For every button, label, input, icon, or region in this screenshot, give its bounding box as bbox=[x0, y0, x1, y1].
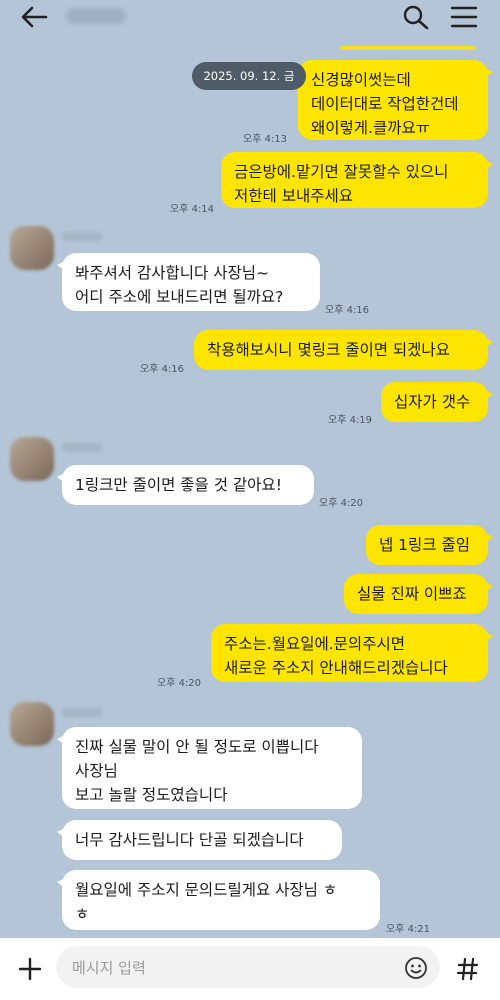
chat-title-blurred bbox=[66, 8, 126, 24]
message-line: 신경많이썻는데 bbox=[311, 71, 411, 89]
my-message[interactable]: 착용해보시니 몇링크 줄이면 되겠나요 bbox=[194, 330, 493, 370]
message-line: 사장님 bbox=[75, 762, 118, 780]
sender-name-blurred bbox=[62, 232, 102, 241]
message-line: 봐주셔서 감사합니다 사장님~ bbox=[75, 264, 269, 282]
other-message[interactable]: 1링크만 줄이면 좋을 것 같아요! bbox=[57, 465, 314, 505]
message-line: 금은방에.맡기면 잘못할수 있으니 bbox=[234, 163, 449, 181]
search-icon[interactable] bbox=[402, 4, 430, 30]
message-time: 오후 4:21 bbox=[386, 924, 431, 935]
message-line: 새로운 주소지 안내해드리겠습니다 bbox=[224, 659, 448, 677]
date-badge: 2025. 09. 12. 금 bbox=[192, 62, 306, 90]
message-time: 오후 4:19 bbox=[328, 415, 373, 426]
message-line: 진짜 실물 말이 안 될 정도로 이쁩니다 bbox=[75, 738, 319, 756]
my-message[interactable]: 넵 1링크 줄임 bbox=[366, 525, 493, 565]
message-line: 너무 감사드립니다 단골 되겠습니다 bbox=[75, 831, 304, 849]
profile-avatar[interactable] bbox=[10, 226, 54, 270]
other-message[interactable]: 봐주셔서 감사합니다 사장님~ 어디 주소에 보내드리면 될까요? bbox=[57, 253, 320, 311]
message-line: ㅎ bbox=[75, 905, 90, 923]
my-message[interactable]: 십자가 갯수 bbox=[381, 382, 493, 422]
profile-avatar[interactable] bbox=[10, 437, 54, 481]
message-line: 십자가 갯수 bbox=[394, 393, 471, 411]
message-time: 오후 4:20 bbox=[319, 498, 364, 509]
message-line: 주소는.월요일에.문의주시면 bbox=[224, 635, 405, 653]
message-time: 오후 4:20 bbox=[157, 678, 202, 689]
message-line: 저한테 보내주세요 bbox=[234, 187, 354, 205]
message-time: 오후 4:16 bbox=[140, 364, 185, 375]
message-line: 실물 진짜 이쁘죠 bbox=[357, 585, 467, 603]
my-message[interactable]: 신경많이썻는데 데이터대로 작업한건데 왜이렇게.클까요ㅠ bbox=[298, 60, 493, 140]
message-line: 보고 놀랄 정도였습니다 bbox=[75, 786, 228, 804]
message-line: 데이터대로 작업한건데 bbox=[311, 95, 459, 113]
message-time: 오후 4:13 bbox=[243, 134, 288, 145]
sender-name-blurred bbox=[62, 708, 102, 717]
message-input-placeholder: 메시지 입력 bbox=[72, 959, 146, 977]
profile-avatar[interactable] bbox=[10, 702, 54, 746]
message-time: 오후 4:14 bbox=[170, 204, 215, 215]
my-message[interactable]: 주소는.월요일에.문의주시면 새로운 주소지 안내해드리겠습니다 bbox=[211, 624, 493, 682]
plus-icon[interactable] bbox=[14, 956, 46, 982]
previous-message-edge bbox=[340, 46, 476, 50]
message-line: 1링크만 줄이면 좋을 것 같아요! bbox=[75, 476, 282, 494]
my-message[interactable]: 실물 진짜 이쁘죠 bbox=[344, 574, 493, 614]
message-line: 왜이렇게.클까요ㅠ bbox=[311, 119, 431, 137]
hamburger-menu-icon[interactable] bbox=[450, 4, 478, 30]
other-message[interactable]: 너무 감사드립니다 단골 되겠습니다 bbox=[57, 820, 342, 860]
emoji-icon[interactable] bbox=[404, 956, 428, 980]
message-line: 착용해보시니 몇링크 줄이면 되겠나요 bbox=[207, 341, 450, 359]
other-message[interactable]: 월요일에 주소지 문의드릴게요 사장님 ㅎ ㅎ bbox=[57, 870, 380, 930]
message-time: 오후 4:16 bbox=[325, 305, 370, 316]
sender-name-blurred bbox=[62, 443, 102, 452]
hash-icon[interactable] bbox=[456, 956, 480, 982]
back-arrow-icon[interactable] bbox=[18, 4, 50, 30]
my-message[interactable]: 금은방에.맡기면 잘못할수 있으니 저한테 보내주세요 bbox=[221, 152, 493, 208]
message-line: 어디 주소에 보내드리면 될까요? bbox=[75, 288, 284, 306]
message-line: 넵 1링크 줄임 bbox=[379, 536, 471, 554]
other-message[interactable]: 진짜 실물 말이 안 될 정도로 이쁩니다 사장님 보고 놀랄 정도였습니다 bbox=[57, 727, 362, 809]
message-line: 월요일에 주소지 문의드릴게요 사장님 ㅎ bbox=[75, 881, 338, 899]
